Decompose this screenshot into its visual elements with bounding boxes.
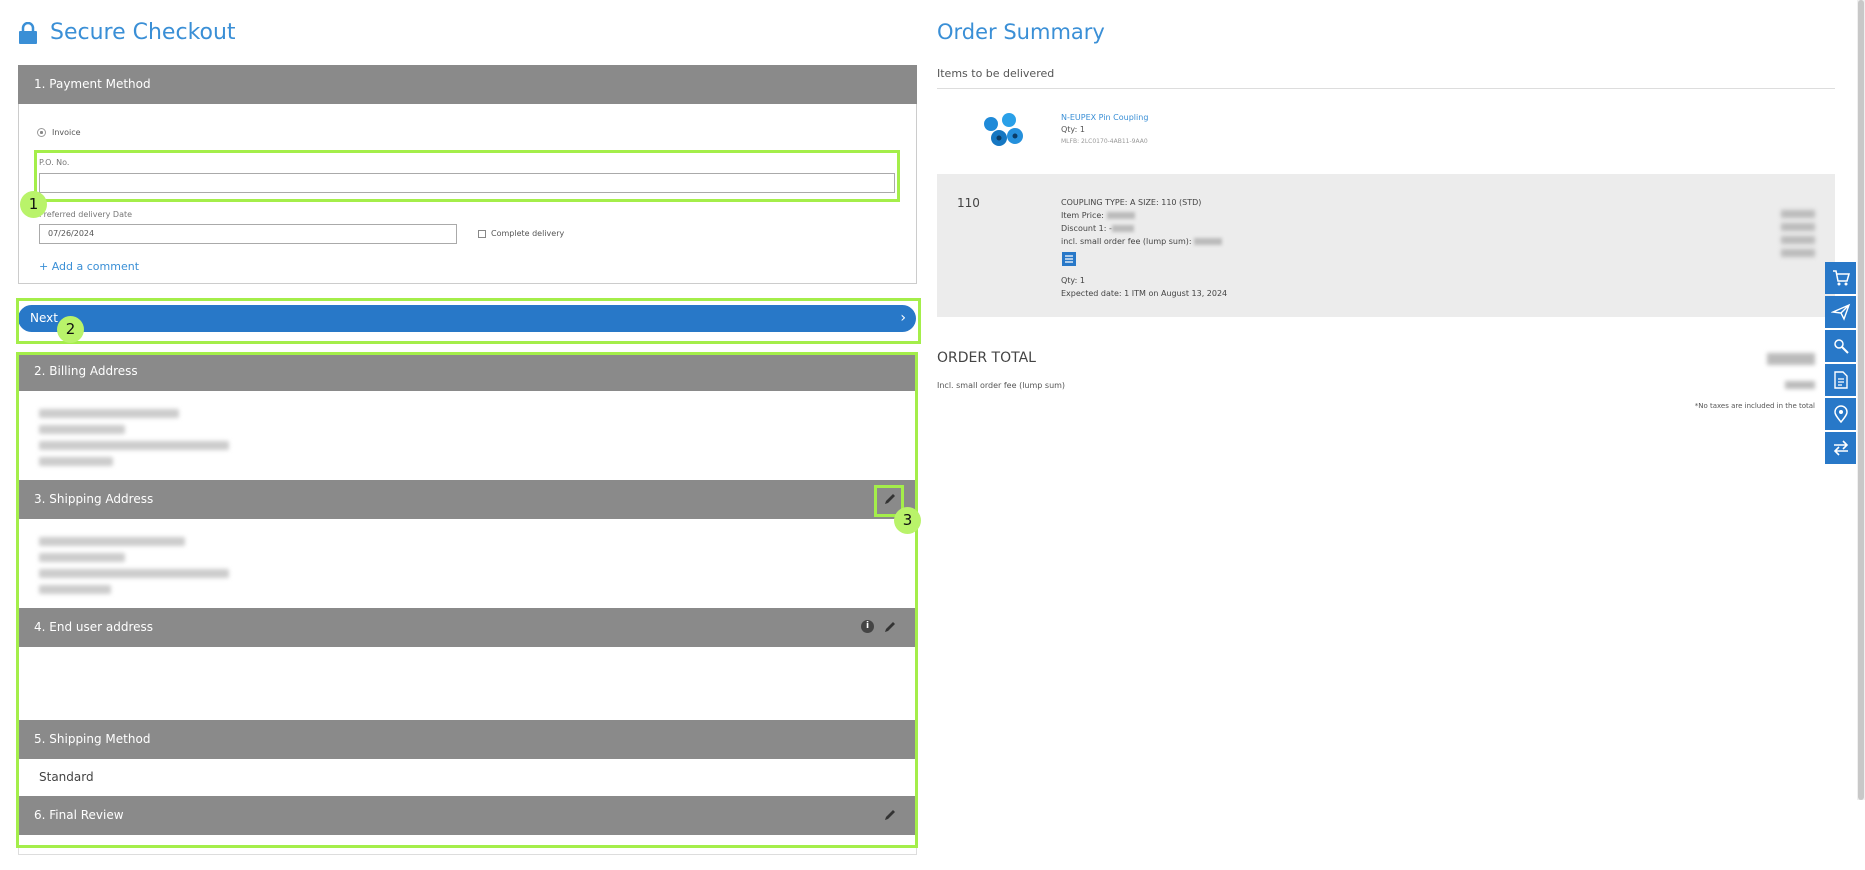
expected-date: Expected date: 1 ITM on August 13, 2024 (1061, 289, 1228, 298)
paper-plane-icon (1830, 303, 1850, 321)
blurred-value (1194, 238, 1223, 245)
documents-button[interactable] (1825, 364, 1856, 396)
incl-fee-value (1785, 381, 1815, 389)
annotation-highlight-1 (34, 150, 900, 202)
transfer-button[interactable] (1825, 432, 1856, 464)
scrollbar-thumb[interactable] (1858, 0, 1864, 800)
add-comment-link[interactable]: + Add a comment (39, 260, 139, 273)
order-summary-title: Order Summary (937, 20, 1105, 44)
divider (937, 88, 1835, 89)
annotation-badge-2: 2 (57, 316, 84, 343)
item-price-row: Item Price: (1061, 209, 1227, 222)
line-item-number: 110 (957, 196, 980, 210)
cart-button[interactable] (1825, 262, 1856, 294)
preferred-date-input[interactable]: 07/26/2024 (39, 224, 457, 244)
line-item-qty: Qty: 1 (1061, 276, 1085, 285)
arrows-exchange-icon (1833, 440, 1848, 456)
lock-icon (19, 21, 37, 44)
complete-delivery-label: Complete delivery (491, 229, 565, 238)
line-item-description: COUPLING TYPE: A SIZE: 110 (STD) (1061, 198, 1202, 207)
fee-label: incl. small order fee (lump sum): (1061, 237, 1192, 246)
no-taxes-note: *No taxes are included in the total (1694, 402, 1815, 410)
fee-row: incl. small order fee (lump sum): (1061, 235, 1227, 248)
annotation-badge-1: 1 (20, 191, 47, 218)
blurred-value (1781, 249, 1815, 257)
document-icon (1833, 371, 1848, 389)
complete-delivery-checkbox[interactable] (478, 229, 486, 238)
scrollbar[interactable] (1857, 0, 1865, 800)
blurred-value (1111, 225, 1134, 232)
line-item-details: COUPLING TYPE: A SIZE: 110 (STD) Item Pr… (1061, 196, 1227, 300)
blurred-value (1781, 223, 1815, 231)
document-list-icon[interactable] (1061, 251, 1077, 267)
product-qty: Qty: 1 (1061, 125, 1085, 134)
order-total-label: ORDER TOTAL (937, 350, 1036, 366)
blurred-value (1781, 210, 1815, 218)
map-pin-icon (1833, 405, 1848, 424)
incl-fee-label: Incl. small order fee (lump sum) (937, 381, 1066, 390)
page-title-text: Secure Checkout (50, 20, 236, 45)
blurred-value (1106, 212, 1135, 219)
blurred-value (1781, 236, 1815, 244)
complete-delivery-option[interactable]: Complete delivery (478, 229, 564, 238)
annotation-badge-3: 3 (894, 507, 921, 534)
side-toolbar (1825, 262, 1856, 466)
discount-row: Discount 1: - (1061, 222, 1227, 235)
send-button[interactable] (1825, 296, 1856, 328)
annotation-highlight-section-group (16, 352, 918, 848)
tools-button[interactable] (1825, 330, 1856, 362)
product-image[interactable] (981, 112, 1027, 152)
location-button[interactable] (1825, 398, 1856, 430)
order-total-value (1767, 353, 1815, 365)
product-mlfb: MLFB: 2LC0170-4AB11-9AA0 (1061, 138, 1148, 145)
invoice-label: Invoice (52, 128, 81, 137)
wrench-gear-icon (1833, 339, 1849, 354)
page-title: Secure Checkout (18, 20, 236, 45)
invoice-option[interactable]: Invoice (37, 128, 81, 137)
annotation-highlight-2 (16, 298, 921, 344)
cart-icon (1832, 270, 1850, 286)
line-item-box: 110 COUPLING TYPE: A SIZE: 110 (STD) Ite… (937, 174, 1835, 317)
invoice-radio[interactable] (37, 128, 46, 137)
discount-label: Discount 1: - (1061, 224, 1112, 233)
preferred-date-label: Preferred delivery Date (39, 210, 133, 219)
product-name-link[interactable]: N-EUPEX Pin Coupling (1061, 112, 1148, 124)
product-info: N-EUPEX Pin Coupling Qty: 1 MLFB: 2LC017… (1061, 112, 1148, 148)
payment-method-header[interactable]: 1. Payment Method (18, 65, 917, 104)
items-to-be-delivered-label: Items to be delivered (937, 67, 1055, 80)
item-price-label: Item Price: (1061, 211, 1104, 220)
